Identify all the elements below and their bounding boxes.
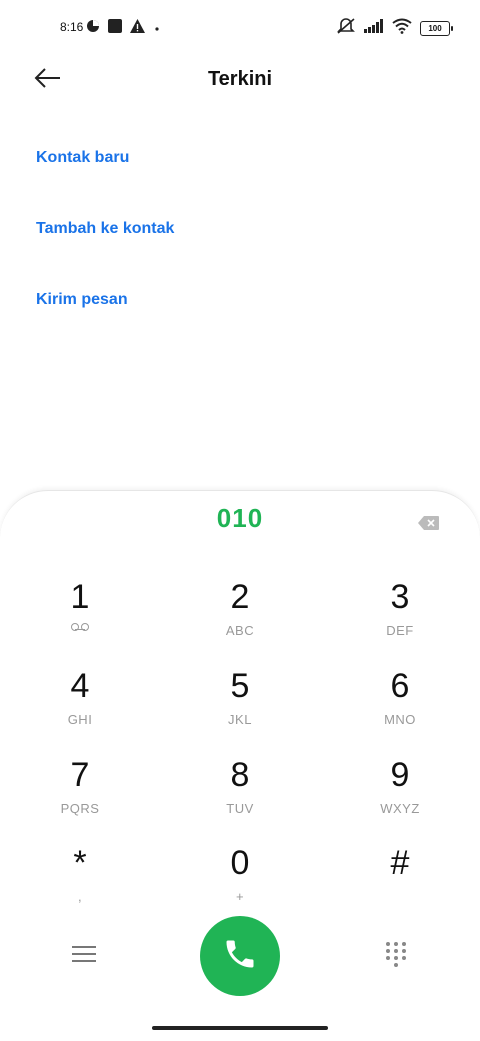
wifi-icon	[392, 18, 412, 39]
key-5[interactable]: 5 JKL	[180, 666, 300, 746]
options-list: Kontak baru Tambah ke kontak Kirim pesan	[36, 140, 174, 353]
status-bar: 8:16 100	[0, 0, 480, 56]
key-letters: WXYZ	[380, 801, 420, 816]
key-letters: TUV	[226, 801, 254, 816]
key-letters: ,	[77, 889, 83, 904]
number-row: 010	[0, 503, 480, 543]
key-letters: PQRS	[60, 801, 100, 816]
key-letters: DEF	[386, 623, 414, 638]
key-2[interactable]: 2 ABC	[180, 577, 300, 657]
send-message-option[interactable]: Kirim pesan	[36, 282, 174, 353]
key-digit: 4	[70, 667, 90, 705]
key-3[interactable]: 3 DEF	[340, 577, 460, 657]
key-0[interactable]: 0 +	[180, 843, 300, 923]
key-9[interactable]: 9 WXYZ	[340, 755, 460, 835]
status-time: 8:16	[60, 20, 84, 34]
mute-icon	[336, 17, 356, 40]
status-left-icons	[86, 19, 161, 38]
phone-icon	[222, 936, 258, 977]
key-4[interactable]: 4 GHI	[20, 666, 140, 746]
keypad-toggle-button[interactable]	[384, 942, 408, 968]
header: Terkini	[0, 56, 480, 104]
key-letters: JKL	[228, 712, 252, 727]
key-digit: *	[73, 844, 87, 882]
key-letters: GHI	[67, 712, 93, 727]
status-right-icons: 100	[336, 17, 453, 40]
backspace-button[interactable]	[418, 515, 440, 531]
square-app-icon	[108, 19, 122, 38]
backspace-icon	[418, 516, 440, 535]
key-digit: 8	[230, 756, 250, 794]
key-digit: #	[390, 844, 410, 882]
key-star[interactable]: * ,	[20, 843, 140, 923]
key-digit: 1	[70, 578, 90, 616]
key-digit: 0	[230, 844, 250, 882]
dialer-panel: 010 1 2 ABC 3 DEF 4 GHI 5 JKL 6 MNO 7 PQ…	[0, 490, 480, 1041]
data-saver-icon	[86, 19, 100, 38]
key-digit: 5	[230, 667, 250, 705]
dialer-actions	[0, 916, 480, 996]
key-letters: MNO	[384, 712, 416, 727]
key-digit: 2	[230, 578, 250, 616]
dialed-number: 010	[216, 503, 264, 533]
menu-button[interactable]	[72, 946, 96, 966]
battery-icon: 100	[420, 21, 453, 36]
key-digit: 9	[390, 756, 410, 794]
home-indicator[interactable]	[152, 1026, 328, 1030]
page-title: Terkini	[207, 68, 273, 90]
key-digit: 3	[390, 578, 410, 616]
signal-icon	[364, 19, 384, 38]
key-6[interactable]: 6 MNO	[340, 666, 460, 746]
key-digit: 7	[70, 756, 90, 794]
voicemail-icon	[71, 623, 89, 631]
key-1[interactable]: 1	[20, 577, 140, 657]
call-button[interactable]	[200, 916, 280, 996]
key-digit: 6	[390, 667, 410, 705]
warning-icon	[130, 19, 145, 38]
key-8[interactable]: 8 TUV	[180, 755, 300, 835]
key-letters: ABC	[225, 623, 255, 638]
new-contact-option[interactable]: Kontak baru	[36, 140, 174, 211]
dot-icon	[153, 20, 161, 38]
key-letters: +	[235, 889, 245, 904]
key-hash[interactable]: #	[340, 843, 460, 923]
key-7[interactable]: 7 PQRS	[20, 755, 140, 835]
add-to-contact-option[interactable]: Tambah ke kontak	[36, 211, 174, 282]
